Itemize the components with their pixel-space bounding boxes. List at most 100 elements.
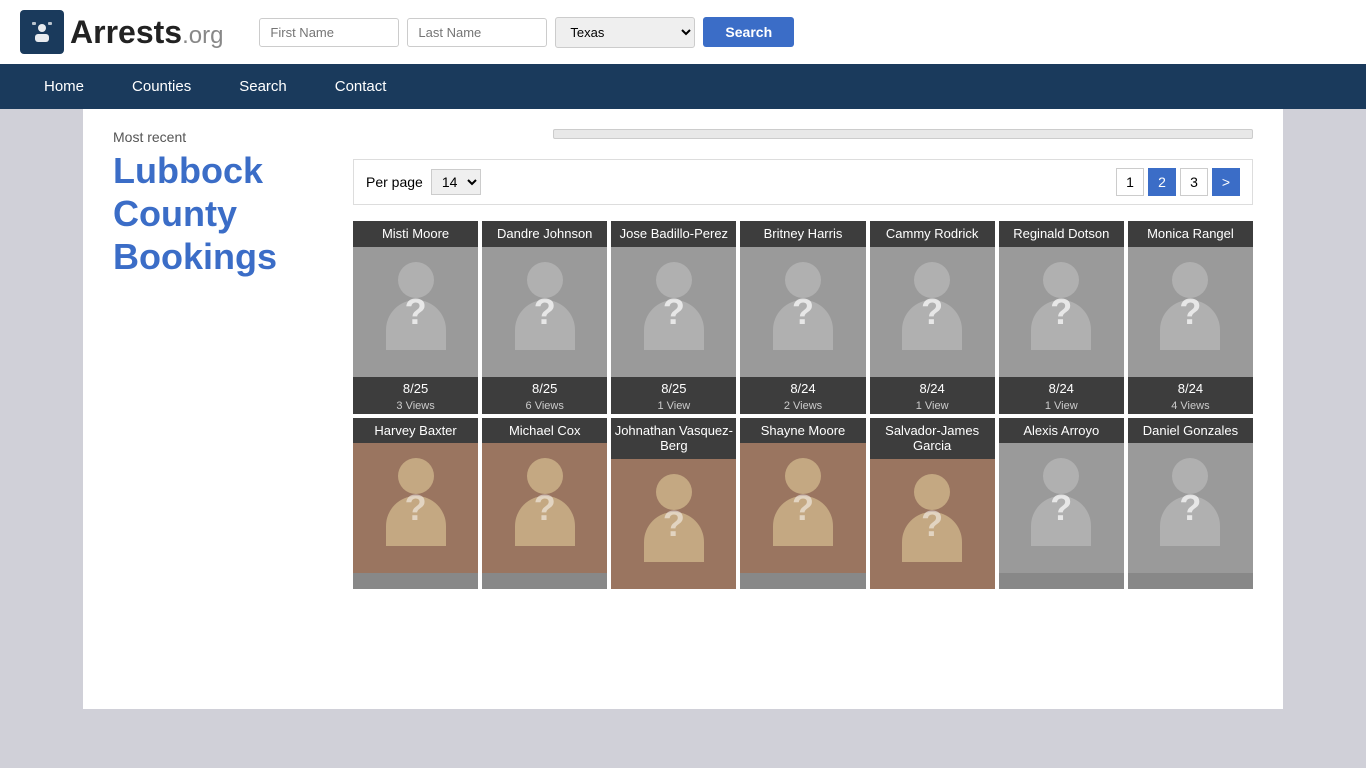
mugshot-card[interactable]: Dandre Johnson ? 8/256 Views — [482, 221, 607, 414]
header: Arrests.org AlabamaAlaskaArizonaArkansas… — [0, 0, 1366, 64]
mugshot-name: Monica Rangel — [1128, 221, 1253, 247]
mugshot-name: Harvey Baxter — [353, 418, 478, 444]
silhouette-icon: ? — [1021, 458, 1101, 558]
mugshot-image: ? — [999, 247, 1124, 377]
mugshot-card[interactable]: Salvador-James Garcia ? — [870, 418, 995, 589]
silhouette-icon: ? — [892, 474, 972, 574]
question-mark-icon: ? — [663, 291, 685, 333]
nav-item-home[interactable]: Home — [20, 64, 108, 109]
mugshot-date: 8/24 — [740, 377, 865, 398]
mugshot-card[interactable]: Michael Cox ? — [482, 418, 607, 589]
mugshot-card[interactable]: Jose Badillo-Perez ? 8/251 View — [611, 221, 736, 414]
nav-item-contact[interactable]: Contact — [311, 64, 411, 109]
silhouette-icon: ? — [763, 262, 843, 362]
mugshot-card[interactable]: Cammy Rodrick ? 8/241 View — [870, 221, 995, 414]
mugshot-name: Dandre Johnson — [482, 221, 607, 247]
question-mark-icon: ? — [921, 291, 943, 333]
mugshot-image: ? — [482, 247, 607, 377]
silhouette-icon: ? — [634, 262, 714, 362]
main-content: Most recent Lubbock County Bookings Per … — [83, 109, 1283, 709]
question-mark-icon: ? — [1179, 487, 1201, 529]
most-recent-label: Most recent — [113, 129, 333, 145]
logo-suffix: .org — [182, 22, 223, 49]
mugshot-views: 2 Views — [740, 398, 865, 414]
question-mark-icon: ? — [405, 291, 427, 333]
mugshot-card[interactable]: Monica Rangel ? 8/244 Views — [1128, 221, 1253, 414]
per-page-area: Per page 14 28 42 — [366, 169, 481, 195]
silhouette-icon: ? — [634, 474, 714, 574]
logo-icon — [20, 10, 64, 54]
navigation: Home Counties Search Contact — [0, 64, 1366, 109]
mugshot-image: ? — [999, 443, 1124, 573]
mugshot-card[interactable]: Daniel Gonzales ? — [1128, 418, 1253, 589]
silhouette-icon: ? — [1021, 262, 1101, 362]
page-2[interactable]: 2 — [1148, 168, 1176, 196]
mugshot-name: Michael Cox — [482, 418, 607, 444]
nav-item-search[interactable]: Search — [215, 64, 311, 109]
mugshot-image: ? — [611, 247, 736, 377]
mugshot-views: 1 View — [870, 398, 995, 414]
question-mark-icon: ? — [1050, 487, 1072, 529]
first-name-input[interactable] — [259, 18, 399, 47]
page-next[interactable]: > — [1212, 168, 1240, 196]
mugshot-date: 8/25 — [353, 377, 478, 398]
page-1[interactable]: 1 — [1116, 168, 1144, 196]
mugshot-card[interactable]: Johnathan Vasquez-Berg ? — [611, 418, 736, 589]
mugshot-views: 6 Views — [482, 398, 607, 414]
mugshot-image: ? — [870, 459, 995, 589]
mugshot-date: 8/24 — [1128, 377, 1253, 398]
question-mark-icon: ? — [792, 291, 814, 333]
mugshot-image: ? — [740, 247, 865, 377]
scrollbar[interactable] — [553, 129, 1253, 139]
mugshot-name: Shayne Moore — [740, 418, 865, 444]
mugshot-name: Salvador-James Garcia — [870, 418, 995, 459]
mugshot-image: ? — [353, 443, 478, 573]
mugshot-card[interactable]: Reginald Dotson ? 8/241 View — [999, 221, 1124, 414]
mugshot-date: 8/25 — [482, 377, 607, 398]
question-mark-icon: ? — [405, 487, 427, 529]
mugshot-image: ? — [740, 443, 865, 573]
page-title: Lubbock County Bookings — [113, 149, 333, 279]
silhouette-icon: ? — [1150, 458, 1230, 558]
mugshot-name: Cammy Rodrick — [870, 221, 995, 247]
mugshot-image: ? — [482, 443, 607, 573]
mugshot-grid-row1: Misti Moore ? 8/253 ViewsDandre Johnson … — [353, 221, 1253, 414]
mugshot-name: Jose Badillo-Perez — [611, 221, 736, 247]
mugshot-name: Britney Harris — [740, 221, 865, 247]
mugshot-image: ? — [870, 247, 995, 377]
logo-area: Arrests.org — [20, 10, 223, 54]
silhouette-icon: ? — [892, 262, 972, 362]
mugshot-card[interactable]: Shayne Moore ? — [740, 418, 865, 589]
question-mark-icon: ? — [921, 503, 943, 545]
mugshot-card[interactable]: Harvey Baxter ? — [353, 418, 478, 589]
search-button[interactable]: Search — [703, 17, 794, 47]
mugshot-card[interactable]: Alexis Arroyo ? — [999, 418, 1124, 589]
mugshot-image: ? — [1128, 443, 1253, 573]
mugshot-date: 8/25 — [611, 377, 736, 398]
logo-brand: Arrests — [70, 14, 182, 50]
state-select[interactable]: AlabamaAlaskaArizonaArkansasCaliforniaCo… — [555, 17, 695, 48]
per-page-select[interactable]: 14 28 42 — [431, 169, 481, 195]
mugshot-views: 1 View — [999, 398, 1124, 414]
question-mark-icon: ? — [792, 487, 814, 529]
page-3[interactable]: 3 — [1180, 168, 1208, 196]
mugshot-image: ? — [353, 247, 478, 377]
nav-item-counties[interactable]: Counties — [108, 64, 215, 109]
mugshot-name: Daniel Gonzales — [1128, 418, 1253, 444]
left-panel: Most recent Lubbock County Bookings — [113, 129, 333, 589]
silhouette-icon: ? — [763, 458, 843, 558]
last-name-input[interactable] — [407, 18, 547, 47]
grid-controls: Per page 14 28 42 1 2 3 > — [353, 159, 1253, 205]
pagination: 1 2 3 > — [1116, 168, 1240, 196]
mugshot-grid-row2: Harvey Baxter ? Michael Cox ? Johnathan … — [353, 418, 1253, 589]
mugshot-name: Reginald Dotson — [999, 221, 1124, 247]
mugshot-image: ? — [611, 459, 736, 589]
mugshot-date: 8/24 — [870, 377, 995, 398]
mugshot-name: Johnathan Vasquez-Berg — [611, 418, 736, 459]
mugshot-views: 1 View — [611, 398, 736, 414]
question-mark-icon: ? — [534, 487, 556, 529]
mugshot-card[interactable]: Britney Harris ? 8/242 Views — [740, 221, 865, 414]
per-page-label: Per page — [366, 174, 423, 190]
mugshot-card[interactable]: Misti Moore ? 8/253 Views — [353, 221, 478, 414]
content-area: Most recent Lubbock County Bookings Per … — [83, 109, 1283, 609]
